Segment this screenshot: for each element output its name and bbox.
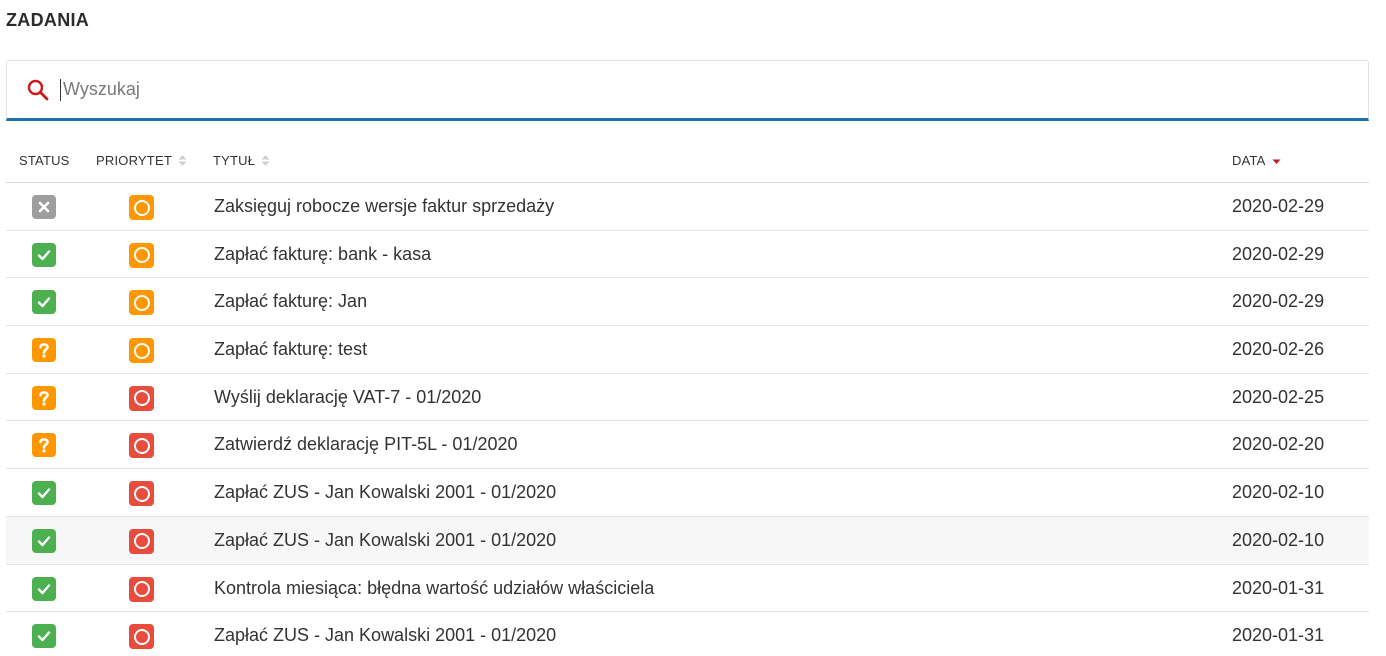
status-question-icon[interactable] xyxy=(32,338,56,363)
task-title[interactable]: Wyślij deklarację VAT-7 - 01/2020 xyxy=(214,387,481,408)
task-title[interactable]: Zapłać fakturę: Jan xyxy=(214,291,367,312)
task-title[interactable]: Zatwierdź deklarację PIT-5L - 01/2020 xyxy=(214,434,518,455)
table-row[interactable]: Zapłać fakturę: Jan 2020-02-29 xyxy=(6,278,1369,327)
column-header-title[interactable]: TYTUŁ xyxy=(213,153,270,168)
search-icon[interactable] xyxy=(26,78,50,102)
tasks-table: STATUS PRIORYTET TYTUŁ DATA Zaksięguj ro… xyxy=(6,141,1369,656)
table-row[interactable]: Zapłać ZUS - Jan Kowalski 2001 - 01/2020… xyxy=(6,516,1369,565)
task-date: 2020-01-31 xyxy=(1232,625,1325,646)
page-title: ZADANIA xyxy=(6,10,90,30)
task-title[interactable]: Zapłać fakturę: test xyxy=(214,339,367,360)
priority-circle-icon xyxy=(129,195,154,220)
status-check-icon[interactable] xyxy=(32,528,56,553)
task-title[interactable]: Zapłać ZUS - Jan Kowalski 2001 - 01/2020 xyxy=(214,530,556,551)
table-row[interactable]: Wyślij deklarację VAT-7 - 01/2020 2020-02… xyxy=(6,374,1369,422)
priority-circle-icon xyxy=(129,338,154,364)
priority-circle-icon xyxy=(129,528,154,554)
column-header-priority[interactable]: PRIORYTET xyxy=(96,153,187,168)
task-title[interactable]: Zapłać ZUS - Jan Kowalski 2001 - 01/2020 xyxy=(214,625,556,646)
priority-circle-icon xyxy=(129,481,154,507)
table-header: STATUS PRIORYTET TYTUŁ DATA xyxy=(6,141,1369,183)
status-check-icon[interactable] xyxy=(32,576,56,601)
table-row[interactable]: Kontrola miesiąca: błędna wartość udział… xyxy=(6,565,1369,613)
task-title[interactable]: Kontrola miesiąca: błędna wartość udział… xyxy=(214,578,654,599)
task-title[interactable]: Zapłać ZUS - Jan Kowalski 2001 - 01/2020 xyxy=(214,482,556,503)
task-date: 2020-02-29 xyxy=(1232,291,1325,312)
task-date: 2020-02-10 xyxy=(1232,482,1325,503)
column-header-status: STATUS xyxy=(19,153,70,168)
task-date: 2020-02-20 xyxy=(1232,434,1325,455)
status-question-icon[interactable] xyxy=(32,433,56,458)
sort-desc-icon[interactable] xyxy=(1272,154,1281,167)
task-date: 2020-02-25 xyxy=(1232,386,1325,407)
status-question-icon[interactable] xyxy=(32,385,56,410)
column-header-date[interactable]: DATA xyxy=(1232,153,1281,168)
task-date: 2020-02-29 xyxy=(1232,243,1325,264)
table-row[interactable]: Zapłać fakturę: bank - kasa 2020-02-29 xyxy=(6,231,1369,279)
task-date: 2020-02-26 xyxy=(1232,339,1325,360)
task-date: 2020-02-10 xyxy=(1232,529,1325,550)
status-check-icon[interactable] xyxy=(32,624,56,649)
search-box[interactable] xyxy=(6,60,1369,121)
table-row[interactable]: Zaksięguj robocze wersje faktur sprzedaż… xyxy=(6,183,1369,231)
priority-circle-icon xyxy=(129,576,154,602)
table-row[interactable]: Zatwierdź deklarację PIT-5L - 01/2020 202… xyxy=(6,421,1369,470)
task-title[interactable]: Zaksięguj robocze wersje faktur sprzedaż… xyxy=(214,196,554,217)
sort-both-icon[interactable] xyxy=(178,154,187,167)
search-input[interactable] xyxy=(60,78,1368,101)
status-check-icon[interactable] xyxy=(32,242,56,267)
priority-circle-icon xyxy=(129,290,154,316)
priority-circle-icon xyxy=(129,385,154,411)
table-row[interactable]: Zapłać ZUS - Jan Kowalski 2001 - 01/2020… xyxy=(6,469,1369,517)
priority-circle-icon xyxy=(129,433,154,459)
task-title[interactable]: Zapłać fakturę: bank - kasa xyxy=(214,244,431,265)
table-body: Zaksięguj robocze wersje faktur sprzedaż… xyxy=(6,183,1369,656)
sort-both-icon[interactable] xyxy=(261,154,270,167)
table-row[interactable]: Zapłać fakturę: test 2020-02-26 xyxy=(6,326,1369,374)
status-check-icon[interactable] xyxy=(32,290,56,315)
priority-circle-icon xyxy=(129,242,154,268)
status-x-icon[interactable] xyxy=(32,195,56,219)
table-row[interactable]: Zapłać ZUS - Jan Kowalski 2001 - 01/2020… xyxy=(6,612,1369,656)
task-date: 2020-01-31 xyxy=(1232,577,1325,598)
priority-circle-icon xyxy=(129,624,154,650)
status-check-icon[interactable] xyxy=(32,481,56,506)
task-date: 2020-02-29 xyxy=(1232,196,1325,216)
